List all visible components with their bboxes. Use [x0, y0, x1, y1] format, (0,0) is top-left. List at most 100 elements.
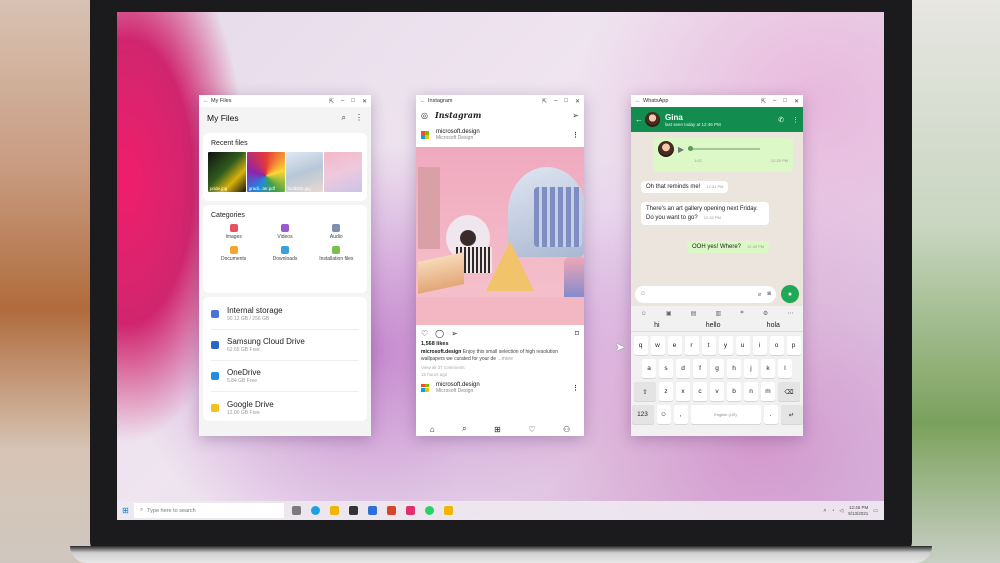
recent-file-thumb[interactable]: [324, 152, 362, 192]
settings-icon[interactable]: ⚙: [763, 310, 768, 317]
recent-file-thumb[interactable]: footbtch.jpg: [285, 152, 324, 192]
more-options-icon[interactable]: ⋮: [792, 116, 799, 124]
store-icon[interactable]: [349, 506, 358, 515]
search-icon[interactable]: ⌕: [342, 113, 346, 123]
category-videos[interactable]: Videos: [259, 224, 310, 240]
close-icon[interactable]: ✕: [794, 98, 799, 105]
message-bubble[interactable]: There's an art gallery opening next Frid…: [641, 202, 769, 226]
category-downloads[interactable]: Downloads: [259, 246, 310, 262]
minimize-icon[interactable]: –: [341, 98, 344, 105]
chevron-up-icon[interactable]: ˄: [823, 508, 826, 514]
space-key[interactable]: English (US): [690, 405, 761, 424]
maximize-icon[interactable]: □: [351, 98, 355, 105]
your-phone-icon[interactable]: [368, 506, 377, 515]
share-icon[interactable]: ➢: [451, 329, 458, 338]
back-arrow-icon[interactable]: ←: [635, 115, 645, 124]
attach-icon[interactable]: ⌀: [758, 291, 762, 298]
maximize-icon[interactable]: □: [783, 98, 787, 105]
storage-onedrive[interactable]: OneDrive 5.84 GB Free: [211, 361, 359, 392]
category-installation-files[interactable]: Installation files: [311, 246, 362, 262]
key[interactable]: z: [659, 382, 673, 401]
home-icon[interactable]: ⌂: [430, 425, 435, 434]
task-view-icon[interactable]: [292, 506, 301, 515]
clipboard-icon[interactable]: ▥: [715, 310, 721, 317]
key[interactable]: a: [642, 359, 656, 378]
key[interactable]: w: [650, 336, 665, 355]
close-icon[interactable]: ✕: [575, 98, 580, 105]
suggestion-item[interactable]: hi: [654, 322, 659, 329]
windows-start-icon[interactable]: ⊞: [117, 506, 134, 515]
back-arrow-icon[interactable]: ←: [635, 98, 643, 104]
minimize-icon[interactable]: –: [554, 98, 557, 105]
message-bubble[interactable]: OOH yes! Where? 12:40 PM: [687, 241, 770, 253]
message-bubble[interactable]: Oh that reminds me! 12:31 PM: [641, 181, 729, 193]
suggestion-item[interactable]: hola: [767, 322, 780, 329]
key[interactable]: j: [744, 359, 758, 378]
voice-progress[interactable]: [688, 146, 761, 151]
category-images[interactable]: Images: [208, 224, 259, 240]
suggestion-item[interactable]: hello: [706, 322, 721, 329]
recent-file-thumb[interactable]: gradi...ter.pdf: [246, 152, 285, 192]
key[interactable]: p: [786, 336, 801, 355]
more-options-icon[interactable]: ⋮: [355, 113, 363, 123]
gif-icon[interactable]: ▤: [691, 310, 697, 317]
direct-message-icon[interactable]: ➢: [572, 111, 579, 120]
close-icon[interactable]: ✕: [362, 98, 367, 105]
emoji-icon[interactable]: ☺: [640, 291, 646, 297]
activity-heart-icon[interactable]: ♡: [528, 425, 535, 434]
office-icon[interactable]: [387, 506, 396, 515]
microphone-icon[interactable]: ●: [781, 285, 799, 303]
network-icon[interactable]: ◔: [831, 508, 834, 514]
snap-icon[interactable]: ⇱: [761, 98, 766, 105]
backspace-key-icon[interactable]: ⌫: [778, 382, 800, 401]
voice-message[interactable]: ▶ 1:02 12:25 PM: [653, 138, 793, 172]
whatsapp-app-icon[interactable]: [425, 506, 434, 515]
emoji-panel-icon[interactable]: ☺: [641, 311, 647, 317]
camera-icon[interactable]: ◎: [421, 111, 435, 120]
key[interactable]: n: [744, 382, 758, 401]
edge-icon[interactable]: [311, 506, 320, 515]
key[interactable]: c: [693, 382, 707, 401]
clock[interactable]: 12:46 PM 5/13/2021: [848, 505, 868, 516]
bookmark-icon[interactable]: ⌑: [575, 329, 579, 338]
new-post-icon[interactable]: ⊞: [494, 425, 501, 434]
storage-samsung-cloud[interactable]: Samsung Cloud Drive 62.65 GB Free: [211, 330, 359, 361]
profile-icon[interactable]: ⚇: [563, 425, 570, 434]
key[interactable]: l: [778, 359, 792, 378]
key[interactable]: i: [752, 336, 767, 355]
key[interactable]: y: [718, 336, 733, 355]
key[interactable]: x: [676, 382, 690, 401]
emoji-key-icon[interactable]: ☺: [656, 405, 671, 424]
category-documents[interactable]: Documents: [208, 246, 259, 262]
enter-key-icon[interactable]: ↵: [780, 405, 803, 424]
key[interactable]: m: [761, 382, 775, 401]
back-arrow-icon[interactable]: ←: [420, 98, 428, 104]
snap-icon[interactable]: ⇱: [329, 98, 334, 105]
category-audio[interactable]: Audio: [311, 224, 362, 240]
view-comments-link[interactable]: View all 37 comments: [416, 364, 584, 371]
play-icon[interactable]: ▶: [678, 145, 684, 154]
more-icon[interactable]: ⋯: [787, 310, 793, 317]
recent-file-thumb[interactable]: pride.jpg: [208, 152, 246, 192]
shift-key-icon[interactable]: ⇧: [634, 382, 656, 401]
volume-icon[interactable]: ◁: [839, 508, 843, 514]
key[interactable]: o: [769, 336, 784, 355]
minimize-icon[interactable]: –: [773, 98, 776, 105]
key[interactable]: k: [761, 359, 775, 378]
key[interactable]: r: [684, 336, 699, 355]
file-explorer-icon[interactable]: [330, 506, 339, 515]
taskbar-search[interactable]: ⌕ Type here to search: [134, 503, 284, 518]
back-arrow-icon[interactable]: ←: [203, 98, 211, 104]
snap-icon[interactable]: ⇱: [542, 98, 547, 105]
like-heart-icon[interactable]: ♡: [421, 329, 428, 338]
key[interactable]: q: [633, 336, 648, 355]
message-input[interactable]: ☺ ⌀ ◙: [635, 285, 776, 303]
key[interactable]: h: [727, 359, 741, 378]
avatar[interactable]: [645, 112, 660, 127]
key[interactable]: b: [727, 382, 741, 401]
comma-key[interactable]: ,: [673, 405, 688, 424]
numbers-key[interactable]: 123: [631, 405, 654, 424]
camera-icon[interactable]: ◙: [767, 291, 771, 297]
contact-name[interactable]: Gina: [665, 113, 778, 122]
key[interactable]: f: [693, 359, 707, 378]
